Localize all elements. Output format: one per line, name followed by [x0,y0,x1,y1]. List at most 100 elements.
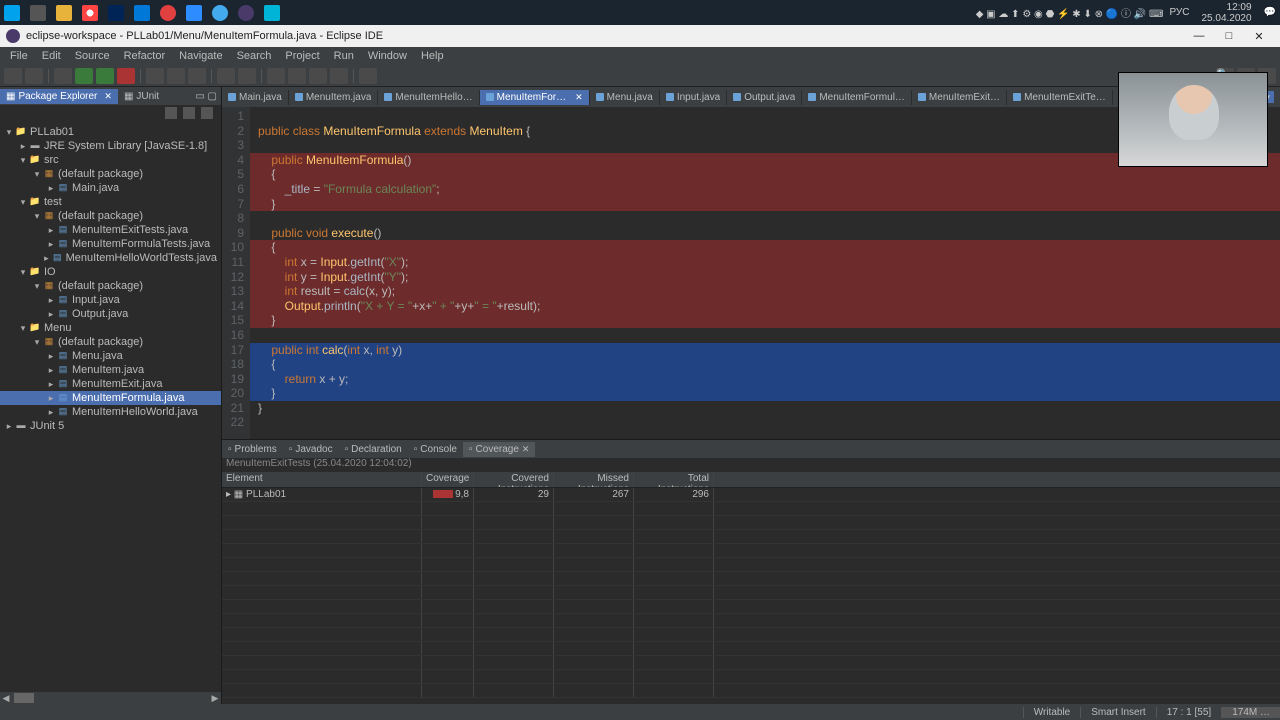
tree-item[interactable]: ▸▤MenuItemFormula.java [0,391,221,405]
editor-tab[interactable]: MenuItemHello… [378,90,479,105]
editor-tab[interactable]: Menu.java [590,90,660,105]
editor-tab[interactable]: MenuItemExitTe… [1007,90,1113,105]
editor-tab[interactable]: Output.java [727,90,802,105]
taskview-icon[interactable] [30,5,46,21]
toolbar-button[interactable] [117,68,135,84]
menu-navigate[interactable]: Navigate [173,49,228,63]
toolbar-button[interactable] [217,68,235,84]
code-line[interactable]: int y = Input.getInt("Y"); [250,270,1280,285]
menu-window[interactable]: Window [362,49,413,63]
package-explorer-tree[interactable]: ▾📁PLLab01▸▬JRE System Library [JavaSE-1.… [0,123,221,692]
tree-item[interactable]: ▸▤MenuItemHelloWorld.java [0,405,221,419]
code-line[interactable]: public void execute() [250,226,1280,241]
clock[interactable]: 12:09 25.04.2020 [1195,2,1257,24]
menu-run[interactable]: Run [328,49,360,63]
bottom-tab-coverage[interactable]: ▫Coverage ✕ [463,442,535,457]
sidebar-tab[interactable]: ▦JUnit [118,89,165,104]
toolbar-button[interactable] [309,68,327,84]
toolbar-button[interactable] [188,68,206,84]
notification-icon[interactable]: 💬 [1264,7,1276,18]
menu-file[interactable]: File [4,49,34,63]
toolbar-button[interactable] [54,68,72,84]
tree-item[interactable]: ▸▤MenuItemExit.java [0,377,221,391]
code-line[interactable]: Output.println("X + Y = "+x+" + "+y+" = … [250,299,1280,314]
code-line[interactable]: _title = "Formula calculation"; [250,182,1280,197]
vs-icon[interactable] [134,5,150,21]
toolbar-button[interactable] [267,68,285,84]
code-line[interactable] [250,328,1280,343]
bottom-tab-problems[interactable]: ▫Problems [222,442,283,457]
editor-tab[interactable]: MenuItemFormul… [802,90,912,105]
tree-item[interactable]: ▾📁Menu [0,321,221,335]
powershell-icon[interactable] [108,5,124,21]
editor-tab[interactable]: Main.java [222,90,289,105]
toolbar-button[interactable] [330,68,348,84]
menu-search[interactable]: Search [231,49,278,63]
tree-item[interactable]: ▸▤MenuItem.java [0,363,221,377]
app2-icon[interactable] [212,5,228,21]
tree-item[interactable]: ▸▬JRE System Library [JavaSE-1.8] [0,139,221,153]
tree-item[interactable]: ▾▦(default package) [0,335,221,349]
coverage-table[interactable]: Element Coverage Covered Instructions Mi… [222,472,1280,704]
menu-edit[interactable]: Edit [36,49,67,63]
toolbar-button[interactable] [146,68,164,84]
code-line[interactable]: } [250,197,1280,212]
tree-item[interactable]: ▾📁IO [0,265,221,279]
tree-item[interactable]: ▸▤MenuItemHelloWorldTests.java [0,251,221,265]
code-line[interactable] [250,415,1280,430]
maximize-button[interactable]: □ [1214,30,1244,42]
sidebar-scrollbar[interactable]: ◀▶ [0,692,221,704]
editor-tab[interactable]: Input.java [660,90,727,105]
explorer-icon[interactable] [56,5,72,21]
code-line[interactable]: { [250,167,1280,182]
code-line[interactable]: { [250,357,1280,372]
zoom-icon[interactable] [186,5,202,21]
link-editor-icon[interactable] [183,107,195,119]
bottom-tab-javadoc[interactable]: ▫Javadoc [283,442,339,457]
tray-icons[interactable]: ◆ ▣ ☁ ⬆ ⚙ ◉ ⬣ ⚡ ✱ ⬇ ⊗ 🔵 ⓘ 🔊 ⌨ [976,5,1164,20]
code-line[interactable]: { [250,240,1280,255]
code-line[interactable]: int result = calc(x, y); [250,284,1280,299]
tree-item[interactable]: ▸▬JUnit 5 [0,419,221,433]
code-line[interactable]: } [250,313,1280,328]
minimize-button[interactable]: — [1184,30,1214,42]
editor-tab[interactable]: MenuItemExit… [912,90,1007,105]
menu-refactor[interactable]: Refactor [118,49,172,63]
tree-item[interactable]: ▸▤Output.java [0,307,221,321]
tree-item[interactable]: ▾📁src [0,153,221,167]
toolbar-button[interactable] [75,68,93,84]
toolbar-button[interactable] [288,68,306,84]
chrome-icon[interactable] [82,5,98,21]
tree-item[interactable]: ▾▦(default package) [0,279,221,293]
menu-source[interactable]: Source [69,49,116,63]
code-line[interactable]: int x = Input.getInt("X"); [250,255,1280,270]
code-line[interactable]: return x + y; [250,372,1280,387]
toolbar-button[interactable] [238,68,256,84]
start-icon[interactable] [4,5,20,21]
app-icon[interactable] [160,5,176,21]
editor-tab[interactable]: MenuItemFormul…✕ [480,90,590,105]
tree-item[interactable]: ▾📁PLLab01 [0,125,221,139]
tree-item[interactable]: ▸▤Menu.java [0,349,221,363]
tree-item[interactable]: ▾▦(default package) [0,209,221,223]
toolbar-button[interactable] [25,68,43,84]
toolbar-button[interactable] [167,68,185,84]
status-memory[interactable]: 174M … [1221,707,1280,718]
tree-item[interactable]: ▸▤Main.java [0,181,221,195]
sidebar-tab[interactable]: ▦Package Explorer✕ [0,89,118,104]
tree-item[interactable]: ▾📁test [0,195,221,209]
code-line[interactable]: public int calc(int x, int y) [250,343,1280,358]
coverage-row[interactable]: ▸ ▦ PLLab019,8 %29267296 [222,488,1280,502]
code-line[interactable]: } [250,401,1280,416]
menu-help[interactable]: Help [415,49,450,63]
eclipse-icon[interactable] [238,5,254,21]
toolbar-button[interactable] [4,68,22,84]
bottom-tab-console[interactable]: ▫Console [408,442,463,457]
lang-indicator[interactable]: РУС [1169,7,1189,18]
tree-item[interactable]: ▸▤MenuItemExitTests.java [0,223,221,237]
editor-tab[interactable]: MenuItem.java [289,90,379,105]
menu-project[interactable]: Project [279,49,325,63]
tree-item[interactable]: ▾▦(default package) [0,167,221,181]
tree-item[interactable]: ▸▤Input.java [0,293,221,307]
toolbar-button[interactable] [96,68,114,84]
